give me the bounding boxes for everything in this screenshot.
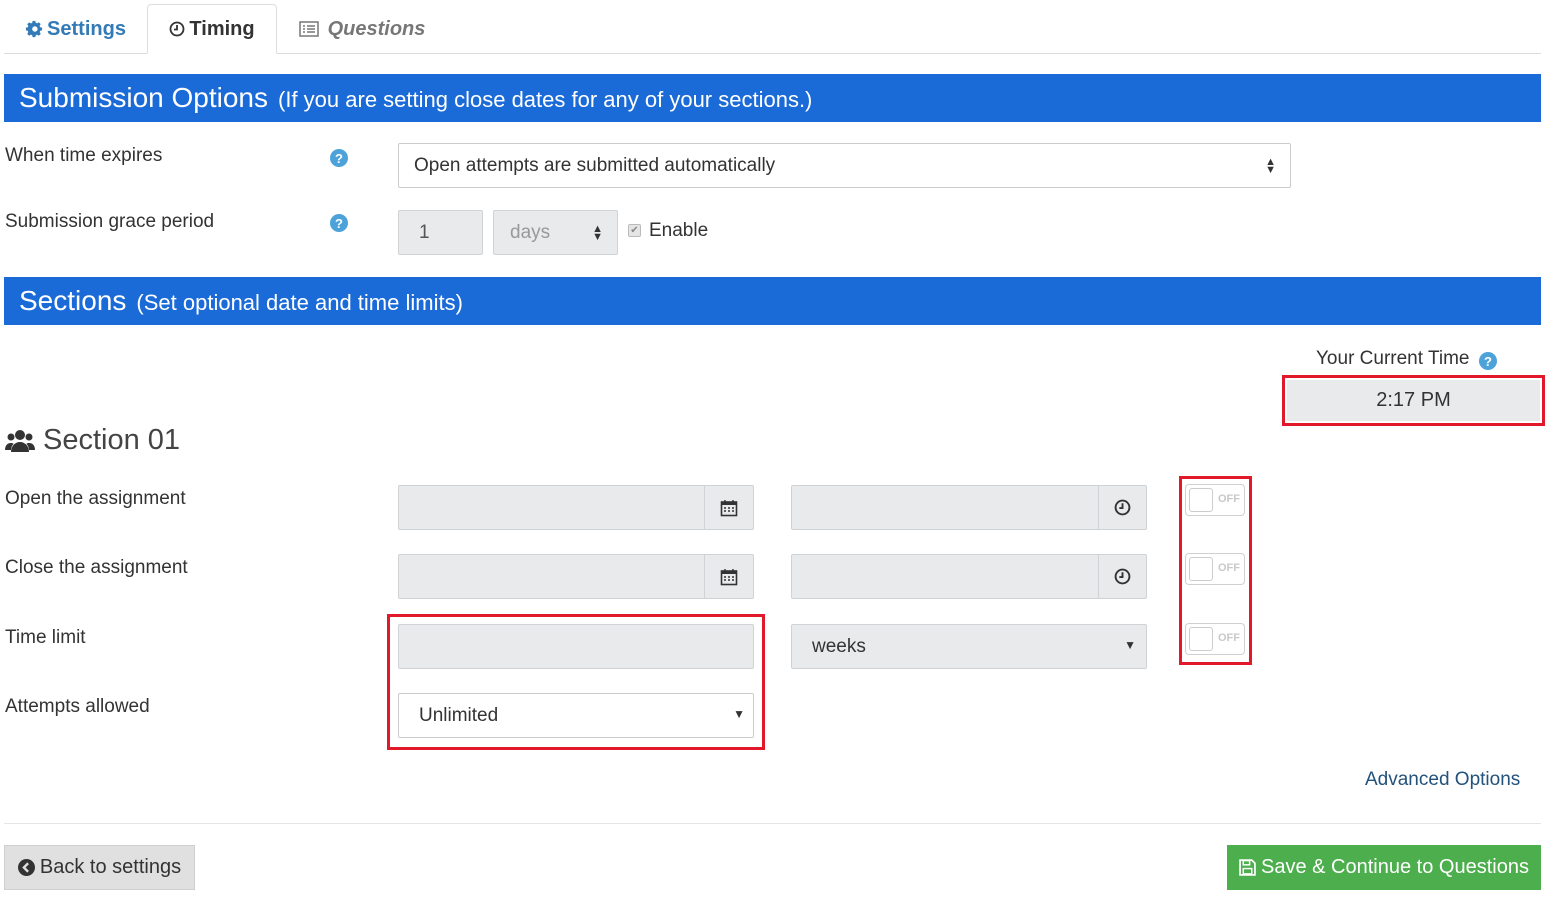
list-icon	[298, 21, 319, 37]
advanced-options-link[interactable]: Advanced Options	[1365, 769, 1520, 791]
attempts-value: Unlimited	[419, 704, 499, 726]
attempts-label: Attempts allowed	[5, 696, 150, 717]
calendar-icon	[720, 568, 738, 585]
help-icon[interactable]: ?	[330, 149, 348, 167]
save-continue-label: Save & Continue to Questions	[1261, 856, 1529, 878]
when-time-expires-label: When time expires	[5, 145, 163, 166]
open-toggle[interactable]: OFF	[1185, 484, 1245, 516]
sort-arrows-icon: ▲ ▼	[592, 222, 603, 243]
toggle-knob	[1189, 557, 1213, 581]
time-limit-unit-select[interactable]: weeks ▼	[791, 624, 1147, 669]
close-time-input[interactable]	[791, 554, 1147, 599]
grace-unit-value: days	[510, 221, 551, 243]
clock-button[interactable]	[1098, 486, 1146, 529]
close-toggle[interactable]: OFF	[1185, 553, 1245, 585]
sections-header: Sections (Set optional date and time lim…	[4, 277, 1541, 325]
time-limit-input[interactable]	[398, 624, 754, 669]
close-assignment-label: Close the assignment	[5, 557, 188, 578]
current-time-value: 2:17 PM	[1376, 389, 1451, 411]
grace-period-value: 1	[419, 221, 430, 243]
tab-settings[interactable]: Settings	[4, 4, 147, 54]
time-limit-label: Time limit	[5, 627, 86, 648]
grace-unit-select[interactable]: days ▲ ▼	[493, 210, 618, 255]
close-date-input[interactable]	[398, 554, 754, 599]
enable-checkbox[interactable]: ✔	[628, 224, 641, 237]
help-icon[interactable]: ?	[330, 214, 348, 232]
toggle-state: OFF	[1218, 632, 1240, 644]
open-assignment-label: Open the assignment	[5, 488, 186, 509]
tab-timing[interactable]: Timing	[147, 4, 277, 54]
calendar-button[interactable]	[704, 486, 753, 529]
gear-icon	[25, 20, 43, 38]
submission-options-subtitle: (If you are setting close dates for any …	[278, 86, 813, 112]
calendar-button[interactable]	[704, 555, 753, 598]
help-icon[interactable]: ?	[1479, 352, 1497, 370]
open-date-input[interactable]	[398, 485, 754, 530]
tab-questions-label: Questions	[327, 17, 426, 40]
tab-settings-label: Settings	[47, 17, 126, 40]
clock-icon	[170, 21, 185, 37]
calendar-icon	[720, 499, 738, 516]
toggle-knob	[1189, 488, 1213, 512]
back-to-settings-label: Back to settings	[39, 856, 182, 878]
save-continue-button[interactable]: Save & Continue to Questions	[1227, 845, 1541, 890]
submission-options-title: Submission Options	[19, 82, 269, 113]
time-limit-toggle[interactable]: OFF	[1185, 623, 1245, 655]
clock-button[interactable]	[1098, 555, 1146, 598]
clock-icon	[1114, 499, 1131, 516]
tab-timing-label: Timing	[189, 17, 255, 40]
enable-label: Enable	[649, 220, 709, 241]
save-icon	[1239, 859, 1256, 876]
section-name: Section 01	[43, 424, 181, 456]
tab-questions[interactable]: Questions	[282, 4, 442, 54]
section-heading: Section 01	[5, 424, 180, 457]
toggle-state: OFF	[1218, 562, 1240, 574]
time-limit-unit-value: weeks	[812, 635, 866, 657]
sections-subtitle: (Set optional date and time limits)	[136, 289, 463, 315]
submission-options-header: Submission Options (If you are setting c…	[4, 74, 1541, 122]
sort-arrows-icon: ▲ ▼	[1265, 155, 1276, 176]
back-to-settings-button[interactable]: Back to settings	[4, 845, 195, 890]
toggle-knob	[1189, 627, 1213, 651]
toggle-state: OFF	[1218, 493, 1240, 505]
sections-title: Sections	[19, 285, 127, 316]
circle-arrow-left-icon	[17, 859, 35, 876]
footer-divider	[4, 823, 1541, 824]
open-time-input[interactable]	[791, 485, 1147, 530]
current-time-label: Your Current Time	[1316, 348, 1470, 369]
caret-down-icon: ▼	[733, 707, 745, 721]
attempts-select[interactable]: Unlimited ▼	[398, 693, 754, 738]
grace-period-input[interactable]: 1	[398, 210, 483, 255]
when-time-expires-value: Open attempts are submitted automaticall…	[414, 154, 776, 176]
current-time-field: 2:17 PM	[1287, 380, 1540, 421]
grace-period-label: Submission grace period	[5, 211, 215, 232]
caret-down-icon: ▼	[1124, 638, 1136, 652]
clock-icon	[1114, 568, 1131, 585]
users-icon	[5, 429, 35, 452]
when-time-expires-select[interactable]: Open attempts are submitted automaticall…	[398, 143, 1291, 188]
